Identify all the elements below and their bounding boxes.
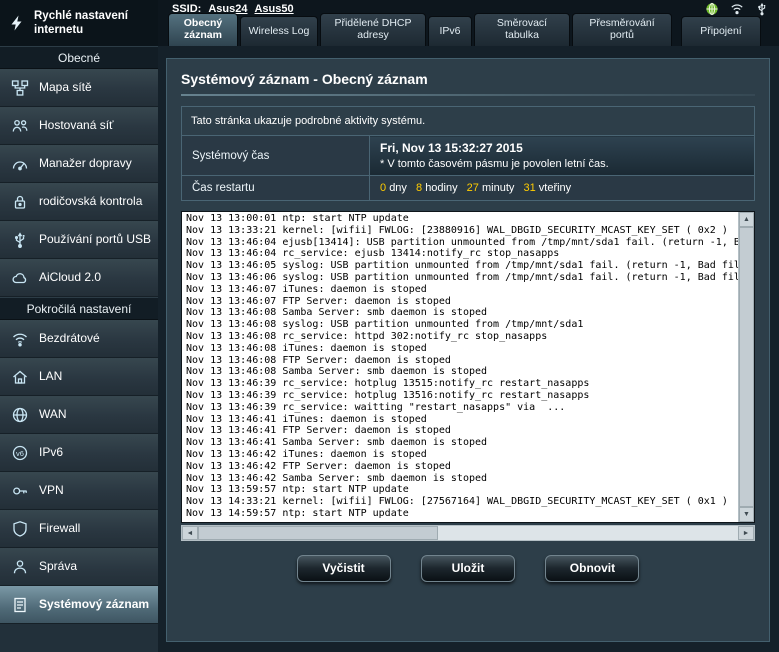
horizontal-scroll-thumb[interactable]	[198, 526, 438, 540]
table-row: Tato stránka ukazuje podrobné aktivity s…	[182, 107, 755, 136]
uptime-hours: 8	[416, 182, 422, 194]
sidebar-item-usb-application[interactable]: Používání portů USB	[0, 221, 158, 259]
uptime-minutes: 27	[467, 182, 479, 194]
sidebar-item-network-map[interactable]: Mapa sítě	[0, 69, 158, 107]
system-time-value-cell: Fri, Nov 13 15:32:27 2015 * V tomto časo…	[370, 136, 755, 176]
tab-port-forwarding[interactable]: Přesměrování portů	[572, 13, 672, 46]
content-panel: Systémový záznam - Obecný záznam Tato st…	[166, 58, 770, 642]
firewall-icon	[10, 520, 30, 538]
tab-routing-table[interactable]: Směrovací tabulka	[474, 13, 570, 46]
sidebar-item-label: Mapa sítě	[39, 81, 92, 95]
sidebar-item-vpn[interactable]: VPN	[0, 472, 158, 510]
sidebar-item-label: Bezdrátové	[39, 332, 100, 346]
section-header-advanced: Pokročilá nastavení	[0, 297, 158, 320]
system-time-value: Fri, Nov 13 15:32:27 2015	[380, 141, 744, 155]
uptime-days-unit: dny	[389, 182, 407, 194]
title-divider	[181, 94, 755, 96]
tab-bar: Obecný záznam Wireless Log Přidělené DHC…	[168, 13, 761, 46]
section-header-general: Obecné	[0, 46, 158, 69]
sidebar-item-label: Systémový záznam	[39, 598, 149, 612]
dst-note: * V tomto časovém pásmu je povolen letní…	[380, 158, 744, 170]
page-title: Systémový záznam - Obecný záznam	[181, 71, 755, 87]
traffic-manager-icon	[10, 155, 30, 173]
quick-setup-icon	[8, 14, 26, 32]
scroll-down-button[interactable]: ▼	[739, 507, 754, 522]
quick-setup-button[interactable]: Rychlé nastavení internetu	[0, 0, 158, 46]
sidebar-item-label: IPv6	[39, 446, 63, 460]
sidebar-item-aicloud[interactable]: AiCloud 2.0	[0, 259, 158, 297]
horizontal-scrollbar[interactable]: ◄ ►	[181, 525, 755, 541]
sidebar-item-label: AiCloud 2.0	[39, 271, 101, 285]
uptime-hours-unit: hodiny	[425, 182, 457, 194]
tab-general-log[interactable]: Obecný záznam	[168, 13, 238, 46]
tab-ipv6[interactable]: IPv6	[428, 16, 472, 46]
sidebar-item-label: VPN	[39, 484, 64, 498]
quick-setup-label: Rychlé nastavení internetu	[34, 9, 138, 38]
save-button[interactable]: Uložit	[421, 555, 515, 582]
sidebar-item-system-log[interactable]: Systémový záznam	[0, 586, 158, 624]
scroll-right-button[interactable]: ►	[738, 526, 754, 540]
sidebar-item-lan[interactable]: LAN	[0, 358, 158, 396]
sidebar-item-label: Správa	[39, 560, 77, 574]
uptime-seconds-unit: vteřiny	[539, 182, 571, 194]
svg-text:v6: v6	[16, 448, 24, 457]
admin-person-icon	[10, 558, 30, 576]
info-table: Tato stránka ukazuje podrobné aktivity s…	[181, 106, 755, 201]
table-row: Čas restartu 0 dny 8 hodiny 27 minuty 31…	[182, 176, 755, 201]
main-area: SSID:Asus24Asus50 Obecný záznam Wireless…	[158, 0, 779, 652]
tab-dhcp-leases[interactable]: Přidělené DHCP adresy	[320, 13, 426, 46]
system-log-area: Nov 13 13:00:01 ntp: start NTP update No…	[181, 211, 755, 523]
guest-network-icon	[10, 117, 30, 135]
system-log-text: Nov 13 13:00:01 ntp: start NTP update No…	[182, 212, 754, 520]
network-map-icon	[10, 79, 30, 97]
uptime-days: 0	[380, 182, 386, 194]
sidebar-item-guest-network[interactable]: Hostovaná síť	[0, 107, 158, 145]
vertical-scrollbar[interactable]: ▲ ▼	[738, 212, 754, 522]
scroll-left-button[interactable]: ◄	[182, 526, 198, 540]
vertical-scroll-thumb[interactable]	[739, 227, 754, 507]
vertical-scroll-track[interactable]	[739, 227, 754, 507]
system-log-textarea[interactable]: Nov 13 13:00:01 ntp: start NTP update No…	[181, 211, 755, 523]
sidebar-item-label: Hostovaná síť	[39, 119, 114, 133]
sidebar-item-ipv6[interactable]: v6 IPv6	[0, 434, 158, 472]
sidebar-item-label: WAN	[39, 408, 67, 422]
tab-wireless-log[interactable]: Wireless Log	[240, 16, 318, 46]
wireless-icon	[10, 330, 30, 348]
sidebar-item-wan[interactable]: WAN	[0, 396, 158, 434]
sidebar-item-administration[interactable]: Správa	[0, 548, 158, 586]
action-buttons: Vyčistit Uložit Obnovit	[181, 555, 755, 582]
page-description: Tato stránka ukazuje podrobné aktivity s…	[182, 107, 755, 136]
aicloud-icon	[10, 269, 30, 287]
sidebar-item-parental-control[interactable]: rodičovská kontrola	[0, 183, 158, 221]
sidebar-item-traffic-manager[interactable]: Manažer dopravy	[0, 145, 158, 183]
system-time-label: Systémový čas	[182, 136, 370, 176]
system-log-icon	[10, 596, 30, 614]
top-strip: SSID:Asus24Asus50 Obecný záznam Wireless…	[158, 0, 779, 46]
ipv6-icon: v6	[10, 444, 30, 462]
wan-icon	[10, 406, 30, 424]
clear-button[interactable]: Vyčistit	[297, 555, 391, 582]
usb-icon	[10, 231, 30, 249]
sidebar-item-label: Manažer dopravy	[39, 157, 132, 171]
sidebar-item-label: Používání portů USB	[39, 233, 151, 247]
sidebar-item-firewall[interactable]: Firewall	[0, 510, 158, 548]
sidebar-item-label: Firewall	[39, 522, 80, 536]
scroll-up-button[interactable]: ▲	[739, 212, 754, 227]
refresh-button[interactable]: Obnovit	[545, 555, 639, 582]
uptime-seconds: 31	[523, 182, 535, 194]
vpn-icon	[10, 482, 30, 500]
sidebar-item-label: LAN	[39, 370, 62, 384]
uptime-value: 0 dny 8 hodiny 27 minuty 31 vteřiny	[370, 176, 755, 201]
tab-connections[interactable]: Připojení	[681, 16, 761, 46]
uptime-minutes-unit: minuty	[482, 182, 514, 194]
sidebar-item-wireless[interactable]: Bezdrátové	[0, 320, 158, 358]
parental-control-icon	[10, 193, 30, 211]
table-row: Systémový čas Fri, Nov 13 15:32:27 2015 …	[182, 136, 755, 176]
lan-icon	[10, 368, 30, 386]
sidebar-item-label: rodičovská kontrola	[39, 195, 142, 209]
sidebar: Rychlé nastavení internetu Obecné Mapa s…	[0, 0, 158, 652]
uptime-label: Čas restartu	[182, 176, 370, 201]
